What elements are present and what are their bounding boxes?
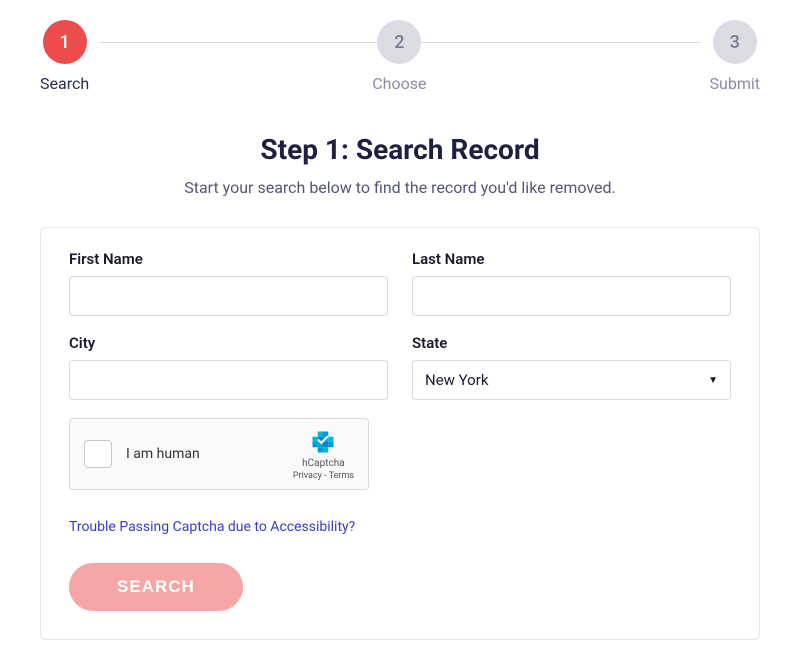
step-label-3: Submit (710, 74, 760, 93)
city-input[interactable] (69, 360, 388, 400)
captcha-label: I am human (126, 446, 279, 462)
step-circle-3: 3 (713, 20, 757, 64)
step-submit[interactable]: 3 Submit (710, 20, 760, 93)
step-search[interactable]: 1 Search (40, 20, 89, 93)
page-title: Step 1: Search Record (40, 133, 760, 166)
city-label: City (69, 334, 388, 352)
form-group-last-name: Last Name (412, 250, 731, 316)
stepper: 1 Search 2 Choose 3 Submit (40, 20, 760, 93)
step-choose[interactable]: 2 Choose (372, 20, 426, 93)
captcha-brand-name: hCaptcha (302, 458, 345, 469)
chevron-down-icon: ▼ (708, 375, 718, 386)
form-group-first-name: First Name (69, 250, 388, 316)
step-circle-2: 2 (377, 20, 421, 64)
last-name-label: Last Name (412, 250, 731, 268)
form-card: First Name Last Name City State New York… (40, 227, 760, 640)
hcaptcha-icon (309, 428, 337, 456)
first-name-label: First Name (69, 250, 388, 268)
form-group-city: City (69, 334, 388, 400)
form-row-2: City State New York ▼ (69, 334, 731, 400)
state-selected-value: New York (425, 371, 488, 389)
step-circle-1: 1 (43, 20, 87, 64)
state-label: State (412, 334, 731, 352)
page-subtitle: Start your search below to find the reco… (40, 178, 760, 197)
state-select[interactable]: New York ▼ (412, 360, 731, 400)
captcha-links[interactable]: Privacy - Terms (293, 471, 354, 481)
form-row-1: First Name Last Name (69, 250, 731, 316)
step-label-2: Choose (372, 74, 426, 93)
captcha-checkbox[interactable] (84, 440, 112, 468)
first-name-input[interactable] (69, 276, 388, 316)
captcha-brand: hCaptcha Privacy - Terms (293, 428, 354, 481)
step-label-1: Search (40, 74, 89, 93)
accessibility-link[interactable]: Trouble Passing Captcha due to Accessibi… (69, 519, 355, 535)
last-name-input[interactable] (412, 276, 731, 316)
form-group-state: State New York ▼ (412, 334, 731, 400)
captcha-widget: I am human hCaptcha Privacy - Terms (69, 418, 369, 490)
search-button[interactable]: SEARCH (69, 563, 243, 611)
